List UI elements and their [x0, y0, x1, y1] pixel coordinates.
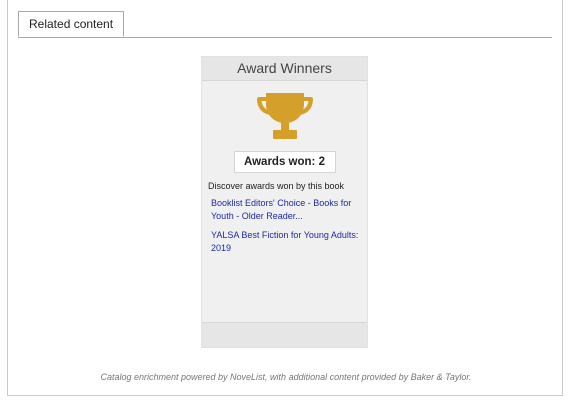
award-list: Booklist Editors' Choice - Books for You…: [202, 197, 367, 255]
tab-bar: Related content: [18, 11, 552, 38]
enrichment-credit: Catalog enrichment powered by NoveList, …: [100, 372, 472, 382]
award-winners-widget: Award Winners Awards won: 2 Discover awa…: [201, 56, 368, 348]
award-link[interactable]: Booklist Editors' Choice - Books for You…: [211, 197, 359, 223]
trophy-container: [202, 81, 367, 151]
widget-footer: [202, 322, 367, 347]
widget-title: Award Winners: [202, 57, 367, 81]
award-link[interactable]: YALSA Best Fiction for Young Adults: 201…: [211, 229, 359, 255]
awards-count-badge: Awards won: 2: [233, 151, 336, 173]
tab-related-content[interactable]: Related content: [18, 11, 125, 37]
trophy-icon: [256, 93, 313, 139]
discover-text: Discover awards won by this book: [208, 181, 345, 191]
related-content-panel: Related content Award Winners Awards won…: [7, 0, 563, 396]
